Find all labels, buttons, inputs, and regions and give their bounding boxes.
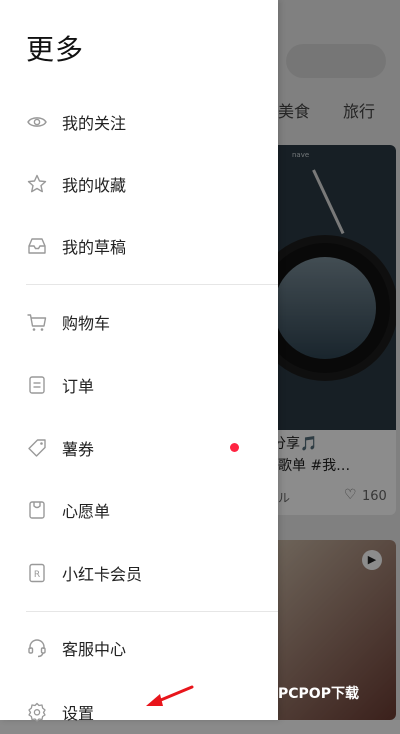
menu-item-cart[interactable]: 购物车 [0,300,278,344]
eye-icon [26,111,48,133]
r-card-icon: R [26,562,48,584]
menu-label: 我的关注 [62,114,127,133]
annotation-arrow-icon [146,685,194,706]
divider [26,284,278,285]
menu-label: 小红卡会员 [62,565,143,584]
menu-item-customer-service[interactable]: 客服中心 [0,626,278,670]
menu-label: 客服中心 [62,640,127,659]
menu-item-membership[interactable]: R 小红卡会员 [0,551,278,595]
menu-label: 订单 [62,377,95,396]
menu-item-wishlist[interactable]: 心愿单 [0,488,278,532]
menu-label: 我的收藏 [62,176,127,195]
side-drawer: 更多 我的关注 我的收藏 我的草稿 购物车 订单 薯券 心愿单 R 小红卡会员 … [0,0,278,723]
menu-label: 我的草稿 [62,238,127,257]
wishlist-bag-icon [26,499,48,521]
menu-item-orders[interactable]: 订单 [0,363,278,407]
menu-item-settings[interactable]: 设置 [0,690,278,734]
menu-item-coupons[interactable]: 薯券 [0,426,278,470]
menu-item-drafts[interactable]: 我的草稿 [0,224,278,268]
inbox-tray-icon [26,235,48,257]
divider [26,611,278,612]
menu-item-favorites[interactable]: 我的收藏 [0,162,278,206]
menu-item-following[interactable]: 我的关注 [0,100,278,144]
menu-label: 薯券 [62,440,95,459]
cart-icon [26,311,48,333]
menu-label: 心愿单 [62,502,111,521]
menu-label: 购物车 [62,314,111,333]
menu-label: 设置 [62,704,95,723]
notification-badge [230,443,239,452]
order-doc-icon [26,374,48,396]
coupon-tag-icon [26,437,48,459]
headset-icon [26,637,48,659]
svg-text:R: R [34,570,40,580]
watermark-text: PCPOP下载 [278,686,359,702]
star-icon [26,173,48,195]
drawer-title: 更多 [26,33,85,66]
